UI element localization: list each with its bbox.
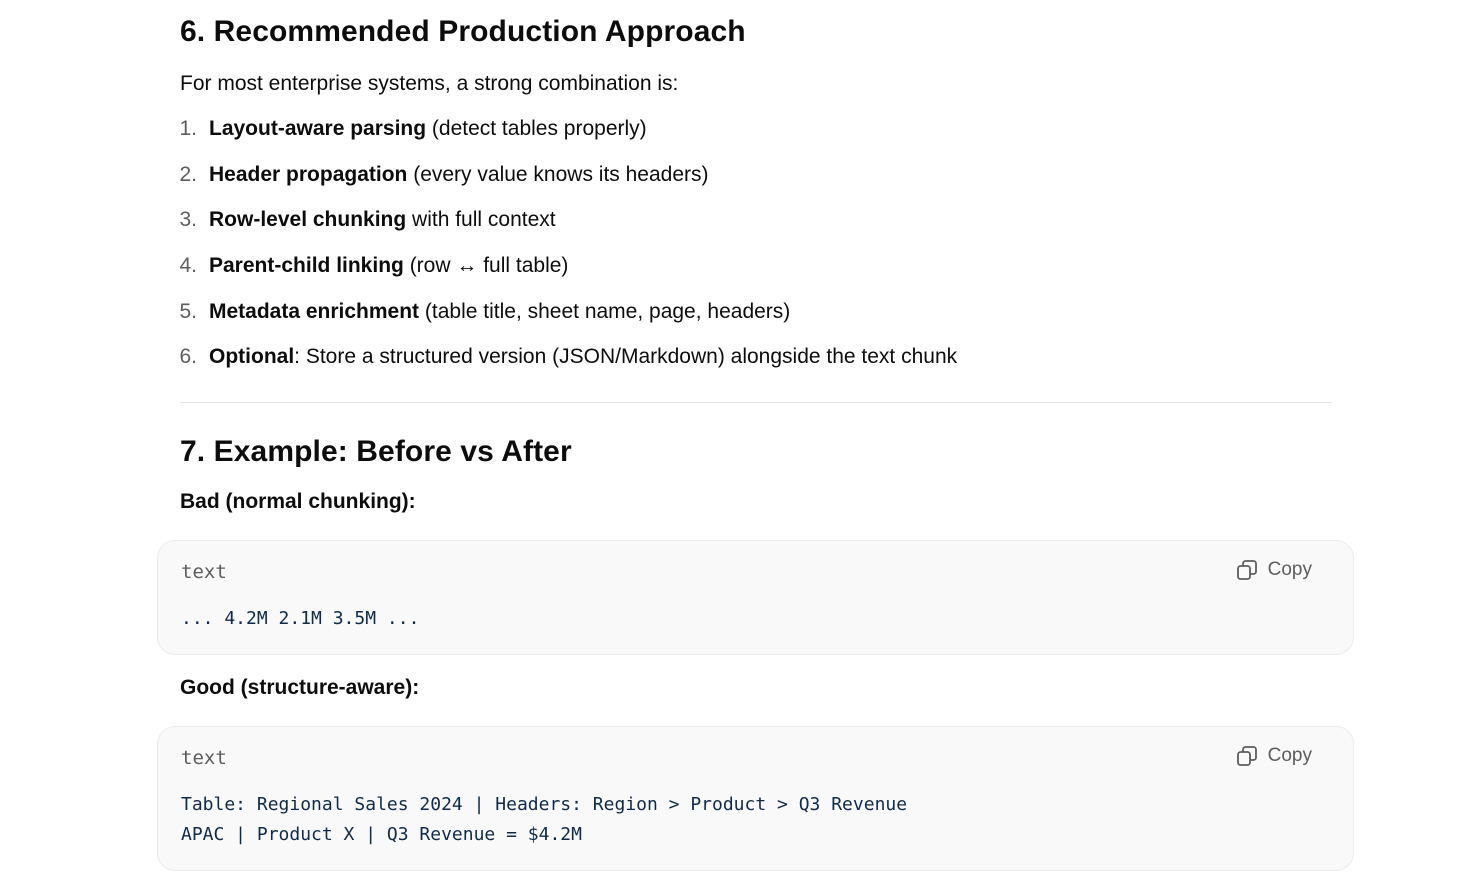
list-item: 2. Header propagation (every value knows… — [179, 162, 957, 208]
good-example-label: Good (structure-aware): — [180, 676, 420, 699]
list-text: Header propagation (every value knows it… — [209, 162, 709, 208]
list-item-bold: Header propagation — [209, 162, 408, 186]
list-item: 6. Optional: Store a structured version … — [179, 344, 957, 390]
list-item-bold: Row-level chunking — [209, 208, 407, 232]
list-text: Metadata enrichment (table title, sheet … — [209, 299, 790, 345]
code-line: ... 4.2M 2.1M 3.5M ... — [181, 608, 420, 629]
code-content: ... 4.2M 2.1M 3.5M ... — [181, 604, 419, 634]
list-item-rest: : Store a structured version (JSON/Markd… — [294, 345, 958, 369]
code-language-label: text — [181, 747, 227, 769]
list-item: 3. Row-level chunking with full context — [179, 207, 957, 253]
code-line: Table: Regional Sales 2024 | Headers: Re… — [181, 794, 908, 815]
list-item-rest: (row ↔ full table) — [403, 254, 569, 278]
section-intro: For most enterprise systems, a strong co… — [180, 72, 679, 95]
list-text: Row-level chunking with full context — [209, 207, 556, 253]
code-language-label: text — [181, 561, 227, 583]
list-item-rest: (detect tables properly) — [426, 117, 647, 140]
approach-list: 1. Layout-aware parsing (detect tables p… — [179, 116, 957, 390]
copy-label: Copy — [1267, 745, 1312, 766]
list-number: 2. — [179, 162, 197, 186]
list-number: 3. — [179, 208, 197, 232]
copy-label: Copy — [1267, 559, 1312, 580]
copy-button[interactable]: Copy — [1236, 745, 1312, 767]
copy-icon — [1236, 745, 1258, 767]
list-item: 1. Layout-aware parsing (detect tables p… — [179, 116, 957, 162]
bad-example-label: Bad (normal chunking): — [180, 490, 416, 513]
list-number: 4. — [179, 254, 197, 278]
list-item-bold: Parent-child linking — [209, 254, 404, 278]
copy-icon — [1236, 559, 1258, 581]
code-line: APAC | Product X | Q3 Revenue = $4.2M — [181, 824, 582, 845]
list-item: 4. Parent-child linking (row ↔ full tabl… — [179, 253, 957, 299]
list-item-rest: (table title, sheet name, page, headers) — [419, 299, 791, 323]
list-item: 5. Metadata enrichment (table title, she… — [179, 299, 957, 345]
list-item-bold: Metadata enrichment — [209, 299, 420, 323]
list-item-bold: Optional — [209, 345, 295, 369]
list-number: 5. — [179, 299, 197, 323]
list-item-rest: with full context — [406, 208, 556, 232]
list-text: Layout-aware parsing (detect tables prop… — [209, 116, 647, 162]
section-divider — [180, 402, 1332, 403]
list-text: Parent-child linking (row ↔ full table) — [209, 253, 568, 299]
code-block-good: text Copy Table: Regional Sales 2024 | H… — [157, 726, 1354, 871]
list-number: 1. — [179, 117, 197, 140]
list-number: 6. — [179, 345, 197, 369]
section-heading-7: 7. Example: Before vs After — [180, 435, 572, 468]
list-text: Optional: Store a structured version (JS… — [209, 344, 957, 390]
list-item-bold: Layout-aware parsing — [209, 117, 427, 140]
list-item-rest: (every value knows its headers) — [407, 162, 709, 186]
copy-button[interactable]: Copy — [1236, 559, 1312, 581]
section-heading-6: 6. Recommended Production Approach — [180, 15, 746, 48]
code-block-bad: text Copy ... 4.2M 2.1M 3.5M ... — [157, 540, 1354, 655]
code-content: Table: Regional Sales 2024 | Headers: Re… — [181, 790, 907, 850]
